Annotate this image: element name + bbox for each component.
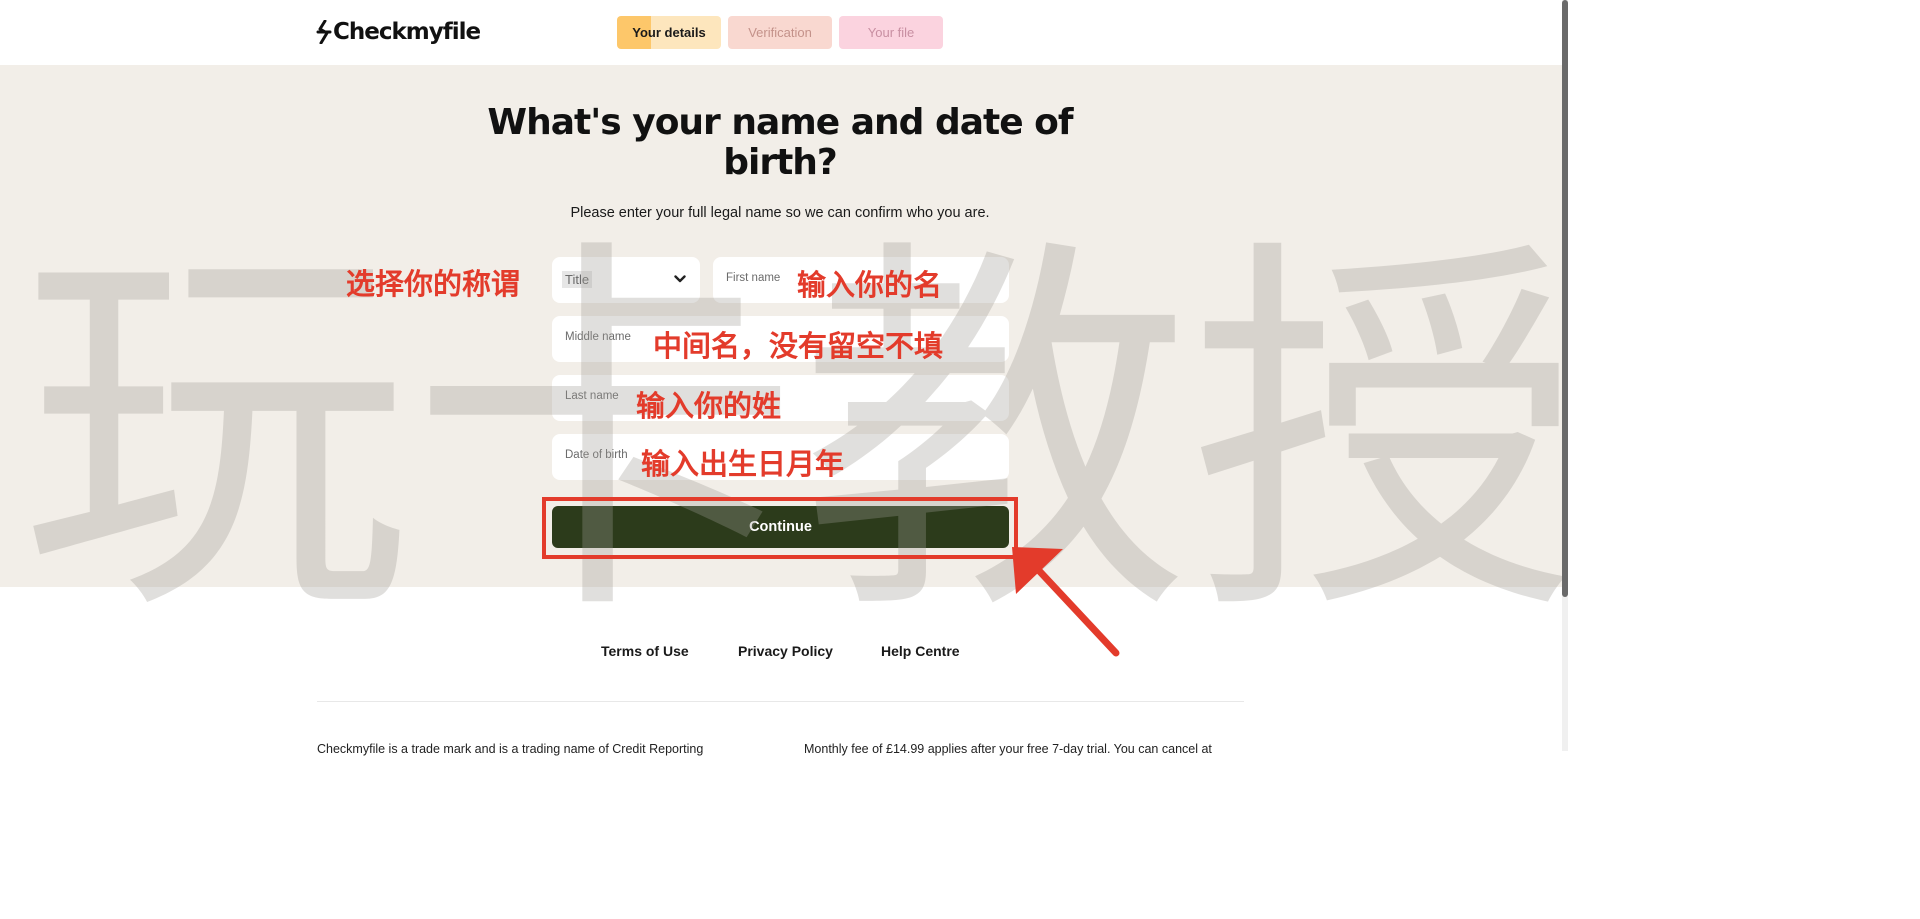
annotation-arrow-icon [1012,547,1120,657]
scrollbar-thumb[interactable] [1562,0,1568,597]
